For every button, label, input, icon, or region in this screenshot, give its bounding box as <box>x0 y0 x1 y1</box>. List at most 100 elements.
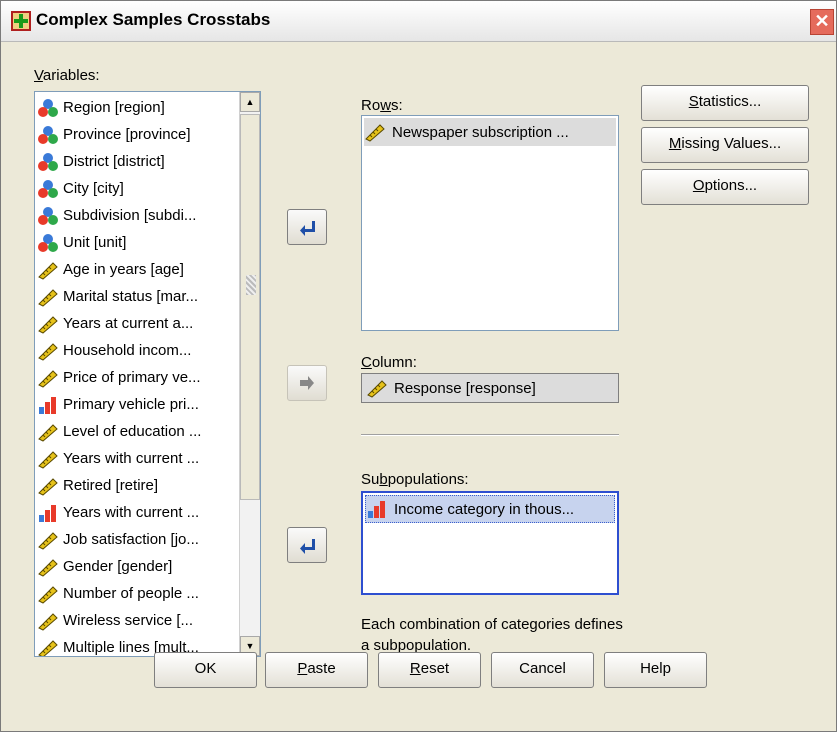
window-title: Complex Samples Crosstabs <box>36 10 271 29</box>
variable-list-item[interactable]: Gender [gender] <box>37 553 237 580</box>
variable-list-item[interactable]: District [district] <box>37 148 237 175</box>
arrow-left-icon <box>300 539 315 554</box>
reset-button[interactable]: Reset <box>378 652 481 688</box>
paste-button[interactable]: Paste <box>265 652 368 688</box>
variable-list-item[interactable]: Primary vehicle pri... <box>37 391 237 418</box>
variable-label: Gender [gender] <box>63 558 173 575</box>
scale-icon <box>38 612 58 631</box>
column-label: Column: <box>361 354 417 371</box>
variable-list-item[interactable]: Years with current ... <box>37 445 237 472</box>
options-button[interactable]: Options... <box>641 169 809 205</box>
scale-icon <box>38 315 58 334</box>
title-bar[interactable]: Complex Samples Crosstabs ✕ <box>1 1 836 42</box>
variables-list[interactable]: Multiple lines [mult... Wireless service … <box>34 91 261 657</box>
variable-label: Unit [unit] <box>63 234 127 251</box>
rows-label: Rows: <box>361 97 403 114</box>
variable-list-item[interactable]: Household incom... <box>37 337 237 364</box>
variable-label: Age in years [age] <box>63 261 184 278</box>
missing-values-button[interactable]: Missing Values... <box>641 127 809 163</box>
scale-icon <box>38 531 58 550</box>
scale-icon <box>38 423 58 442</box>
ok-button[interactable]: OK <box>154 652 257 688</box>
scale-icon <box>38 450 58 469</box>
variable-label: Marital status [mar... <box>63 288 199 305</box>
variable-list-item[interactable]: Level of education ... <box>37 418 237 445</box>
nominal-icon <box>38 152 58 171</box>
scale-icon <box>38 288 58 307</box>
subpopulations-list[interactable]: Income category in thous... <box>361 491 619 595</box>
close-icon: ✕ <box>814 11 830 31</box>
variable-label: Province [province] <box>63 126 191 143</box>
variable-label: Years at current a... <box>63 315 194 332</box>
variable-list-item[interactable]: City [city] <box>37 175 237 202</box>
rows-list-item[interactable]: Newspaper subscription ... <box>364 118 616 146</box>
variable-list-item[interactable]: Wireless service [... <box>37 607 237 634</box>
variable-label: Wireless service [... <box>63 612 194 629</box>
scale-icon <box>38 477 58 496</box>
ordinal-icon <box>39 504 56 522</box>
triangle-up-icon: ▲ <box>245 97 255 107</box>
statistics-button[interactable]: Statistics... <box>641 85 809 121</box>
arrow-right-icon <box>300 376 314 390</box>
scale-icon <box>365 124 385 142</box>
scale-icon <box>38 639 58 656</box>
arrow-left-icon <box>300 221 315 236</box>
variable-list-item[interactable]: Marital status [mar... <box>37 283 237 310</box>
variable-list-item[interactable]: Province [province] <box>37 121 237 148</box>
nominal-icon <box>38 98 58 117</box>
grip-icon <box>246 275 256 295</box>
column-field[interactable]: Response [response] <box>361 373 619 403</box>
scroll-up-button[interactable]: ▲ <box>240 92 260 112</box>
variable-label: Retired [retire] <box>63 477 159 494</box>
variable-list-item[interactable]: Unit [unit] <box>37 229 237 256</box>
variable-label: Job satisfaction [jo... <box>63 531 199 548</box>
variable-label: Number of people ... <box>63 585 199 602</box>
variable-list-item[interactable]: Number of people ... <box>37 580 237 607</box>
scale-icon <box>38 585 58 604</box>
variable-list-item[interactable]: Job satisfaction [jo... <box>37 526 237 553</box>
help-button[interactable]: Help <box>604 652 707 688</box>
move-to-rows-button[interactable] <box>287 209 327 245</box>
variable-label: Years with current ... <box>63 450 200 467</box>
separator <box>361 434 619 436</box>
dialog-window: Complex Samples Crosstabs ✕ Variables: M… <box>0 0 837 732</box>
app-icon <box>11 11 31 31</box>
move-to-column-button[interactable] <box>287 365 327 401</box>
variable-label: City [city] <box>63 180 124 197</box>
variables-label: Variables: <box>34 67 100 84</box>
nominal-icon <box>38 125 58 144</box>
subpopulations-label: Subpopulations: <box>361 471 469 488</box>
scroll-thumb[interactable] <box>240 114 260 500</box>
variable-label: Level of education ... <box>63 423 202 440</box>
variable-label: Region [region] <box>63 99 165 116</box>
close-button[interactable]: ✕ <box>810 9 834 35</box>
variable-label: Primary vehicle pri... <box>63 396 199 413</box>
variable-label: Years with current ... <box>63 504 200 521</box>
ordinal-icon <box>368 501 385 518</box>
scale-icon <box>38 558 58 577</box>
variable-label: Household incom... <box>63 342 192 359</box>
scale-icon <box>38 261 58 280</box>
variable-list-item[interactable]: Price of primary ve... <box>37 364 237 391</box>
variable-list-item[interactable]: Retired [retire] <box>37 472 237 499</box>
move-to-subpopulations-button[interactable] <box>287 527 327 563</box>
scale-icon <box>38 369 58 388</box>
variable-list-item[interactable]: Region [region] <box>37 94 237 121</box>
variable-list-item[interactable]: Age in years [age] <box>37 256 237 283</box>
variable-list-item[interactable]: Years with current ... <box>37 499 237 526</box>
variable-list-item[interactable]: Subdivision [subdi... <box>37 202 237 229</box>
scale-icon <box>367 380 387 398</box>
nominal-icon <box>38 206 58 225</box>
variables-scrollbar[interactable]: ▲ ▼ <box>239 92 260 656</box>
subpopulation-note: Each combination of categories defines a… <box>361 616 623 654</box>
variable-label: District [district] <box>63 153 165 170</box>
cancel-button[interactable]: Cancel <box>491 652 594 688</box>
variable-label: Subdivision [subdi... <box>63 207 197 224</box>
variable-label: Price of primary ve... <box>63 369 201 386</box>
scale-icon <box>38 342 58 361</box>
rows-list[interactable]: Newspaper subscription ... <box>361 115 619 331</box>
triangle-down-icon: ▼ <box>245 641 255 651</box>
variable-list-item[interactable]: Years at current a... <box>37 310 237 337</box>
nominal-icon <box>38 233 58 252</box>
subpopulations-list-item[interactable]: Income category in thous... <box>365 495 615 523</box>
